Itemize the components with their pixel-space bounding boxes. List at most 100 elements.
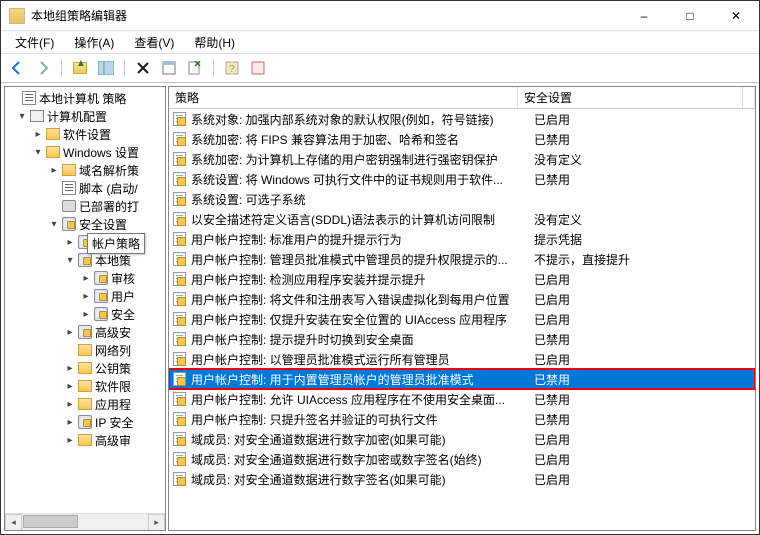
menu-action[interactable]: 操作(A) xyxy=(64,32,124,53)
policy-row[interactable]: 用户帐户控制: 用于内置管理员帐户的管理员批准模式已禁用 xyxy=(169,369,755,389)
close-button[interactable]: ✕ xyxy=(713,1,759,31)
menubar: 文件(F) 操作(A) 查看(V) 帮助(H) xyxy=(1,31,759,53)
policy-name: 域成员: 对安全通道数据进行数字加密或数字签名(始终) xyxy=(191,451,530,468)
policy-row[interactable]: 用户帐户控制: 标准用户的提升提示行为提示凭据 xyxy=(169,229,755,249)
policy-setting: 已禁用 xyxy=(530,411,755,428)
policy-icon xyxy=(171,311,187,327)
tree-label: 高级审 xyxy=(95,432,131,449)
tree-audit[interactable]: ▸审核 xyxy=(5,269,165,287)
tree-windows-settings[interactable]: ▾Windows 设置 xyxy=(5,143,165,161)
policy-row[interactable]: 用户帐户控制: 将文件和注册表写入错误虚拟化到每用户位置已启用 xyxy=(169,289,755,309)
maximize-button[interactable]: □ xyxy=(667,1,713,31)
tree-root[interactable]: 本地计算机 策略 xyxy=(5,89,165,107)
tree-network-list[interactable]: 网络列 xyxy=(5,341,165,359)
policy-icon xyxy=(171,211,187,227)
tree-software-settings[interactable]: ▸软件设置 xyxy=(5,125,165,143)
tree-security-settings[interactable]: ▾安全设置 xyxy=(5,215,165,233)
policy-name: 用户帐户控制: 检测应用程序安装并提示提升 xyxy=(191,271,530,288)
list-header: 策略 安全设置 xyxy=(169,87,755,109)
menu-view[interactable]: 查看(V) xyxy=(124,32,184,53)
policy-setting: 已禁用 xyxy=(530,331,755,348)
tree-label: 审核 xyxy=(111,270,135,287)
tree-app-control[interactable]: ▸应用程 xyxy=(5,395,165,413)
policy-row[interactable]: 系统设置: 将 Windows 可执行文件中的证书规则用于软件...已禁用 xyxy=(169,169,755,189)
forward-button[interactable] xyxy=(31,56,55,80)
policy-setting: 已启用 xyxy=(530,271,755,288)
policy-list[interactable]: 系统对象: 加强内部系统对象的默认权限(例如，符号链接)已启用系统加密: 将 F… xyxy=(169,109,755,530)
navigation-tree[interactable]: 本地计算机 策略 ▾计算机配置 ▸软件设置 ▾Windows 设置 ▸域名解析策… xyxy=(4,86,166,531)
policy-icon xyxy=(171,131,187,147)
policy-setting: 已启用 xyxy=(530,311,755,328)
refresh-icon[interactable] xyxy=(246,56,270,80)
export-button[interactable] xyxy=(183,56,207,80)
policy-row[interactable]: 用户帐户控制: 只提升签名并验证的可执行文件已禁用 xyxy=(169,409,755,429)
policy-icon xyxy=(171,191,187,207)
tree-advanced-security[interactable]: ▸高级安 xyxy=(5,323,165,341)
tree-dns-policy[interactable]: ▸域名解析策 xyxy=(5,161,165,179)
delete-button[interactable] xyxy=(131,56,155,80)
policy-setting: 已启用 xyxy=(530,111,755,128)
policy-icon xyxy=(171,271,187,287)
policy-name: 系统加密: 为计算机上存储的用户密钥强制进行强密钥保护 xyxy=(191,151,530,168)
window-title: 本地组策略编辑器 xyxy=(31,7,621,24)
policy-icon xyxy=(171,291,187,307)
tree-label: 软件限 xyxy=(95,378,131,395)
tree-label: Windows 设置 xyxy=(63,144,139,161)
policy-row[interactable]: 系统对象: 加强内部系统对象的默认权限(例如，符号链接)已启用 xyxy=(169,109,755,129)
policy-row[interactable]: 用户帐户控制: 提示提升时切换到安全桌面已禁用 xyxy=(169,329,755,349)
tree-computer-config[interactable]: ▾计算机配置 xyxy=(5,107,165,125)
policy-icon xyxy=(171,391,187,407)
policy-icon xyxy=(171,231,187,247)
tree-deployed[interactable]: 已部署的打 xyxy=(5,197,165,215)
policy-icon xyxy=(171,151,187,167)
policy-row[interactable]: 域成员: 对安全通道数据进行数字签名(如果可能)已启用 xyxy=(169,469,755,489)
column-header-policy[interactable]: 策略 xyxy=(169,87,518,108)
help-button[interactable]: ? xyxy=(220,56,244,80)
policy-row[interactable]: 域成员: 对安全通道数据进行数字加密或数字签名(始终)已启用 xyxy=(169,449,755,469)
policy-row[interactable]: 用户帐户控制: 仅提升安装在安全位置的 UIAccess 应用程序已启用 xyxy=(169,309,755,329)
back-button[interactable] xyxy=(5,56,29,80)
tree-label: 软件设置 xyxy=(63,126,111,143)
tree-user-rights[interactable]: ▸用户 xyxy=(5,287,165,305)
tree-label: 本地策 xyxy=(95,252,131,269)
show-hide-tree-button[interactable] xyxy=(94,56,118,80)
policy-row[interactable]: 用户帐户控制: 以管理员批准模式运行所有管理员已启用 xyxy=(169,349,755,369)
policy-name: 域成员: 对安全通道数据进行数字加密(如果可能) xyxy=(191,431,530,448)
policy-name: 用户帐户控制: 将文件和注册表写入错误虚拟化到每用户位置 xyxy=(191,291,530,308)
policy-name: 用户帐户控制: 仅提升安装在安全位置的 UIAccess 应用程序 xyxy=(191,311,530,328)
tree-horizontal-scrollbar[interactable]: ◂▸ xyxy=(5,513,165,530)
policy-name: 系统加密: 将 FIPS 兼容算法用于加密、哈希和签名 xyxy=(191,131,530,148)
tree-label: 安全设置 xyxy=(79,216,127,233)
policy-row[interactable]: 以安全描述符定义语言(SDDL)语法表示的计算机访问限制没有定义 xyxy=(169,209,755,229)
tree-software-restrict[interactable]: ▸软件限 xyxy=(5,377,165,395)
policy-row[interactable]: 系统加密: 将 FIPS 兼容算法用于加密、哈希和签名已禁用 xyxy=(169,129,755,149)
tree-label: 高级安 xyxy=(95,324,131,341)
tree-advanced-audit[interactable]: ▸高级审 xyxy=(5,431,165,449)
menu-file[interactable]: 文件(F) xyxy=(5,32,64,53)
properties-button[interactable] xyxy=(157,56,181,80)
policy-row[interactable]: 系统加密: 为计算机上存储的用户密钥强制进行强密钥保护没有定义 xyxy=(169,149,755,169)
policy-row[interactable]: 用户帐户控制: 管理员批准模式中管理员的提升权限提示的...不提示，直接提升 xyxy=(169,249,755,269)
menu-help[interactable]: 帮助(H) xyxy=(184,32,245,53)
svg-text:?: ? xyxy=(229,64,235,75)
policy-setting: 已启用 xyxy=(530,451,755,468)
app-icon xyxy=(9,8,25,24)
policy-icon xyxy=(171,351,187,367)
policy-name: 用户帐户控制: 管理员批准模式中管理员的提升权限提示的... xyxy=(191,251,530,268)
column-header-setting[interactable]: 安全设置 xyxy=(518,87,743,108)
tree-label: 应用程 xyxy=(95,396,131,413)
policy-setting: 提示凭据 xyxy=(530,231,755,248)
policy-setting: 已禁用 xyxy=(530,171,755,188)
tree-security-options[interactable]: ▸安全 xyxy=(5,305,165,323)
tree-ip-security[interactable]: ▸IP 安全 xyxy=(5,413,165,431)
tree-public-key[interactable]: ▸公钥策 xyxy=(5,359,165,377)
policy-row[interactable]: 用户帐户控制: 允许 UIAccess 应用程序在不使用安全桌面...已禁用 xyxy=(169,389,755,409)
policy-row[interactable]: 域成员: 对安全通道数据进行数字加密(如果可能)已启用 xyxy=(169,429,755,449)
up-level-button[interactable]: ▲ xyxy=(68,56,92,80)
policy-setting: 不提示，直接提升 xyxy=(530,251,755,268)
policy-icon xyxy=(171,251,187,267)
policy-row[interactable]: 系统设置: 可选子系统 xyxy=(169,189,755,209)
minimize-button[interactable]: – xyxy=(621,1,667,31)
policy-row[interactable]: 用户帐户控制: 检测应用程序安装并提示提升已启用 xyxy=(169,269,755,289)
tree-scripts[interactable]: 脚本 (启动/ xyxy=(5,179,165,197)
